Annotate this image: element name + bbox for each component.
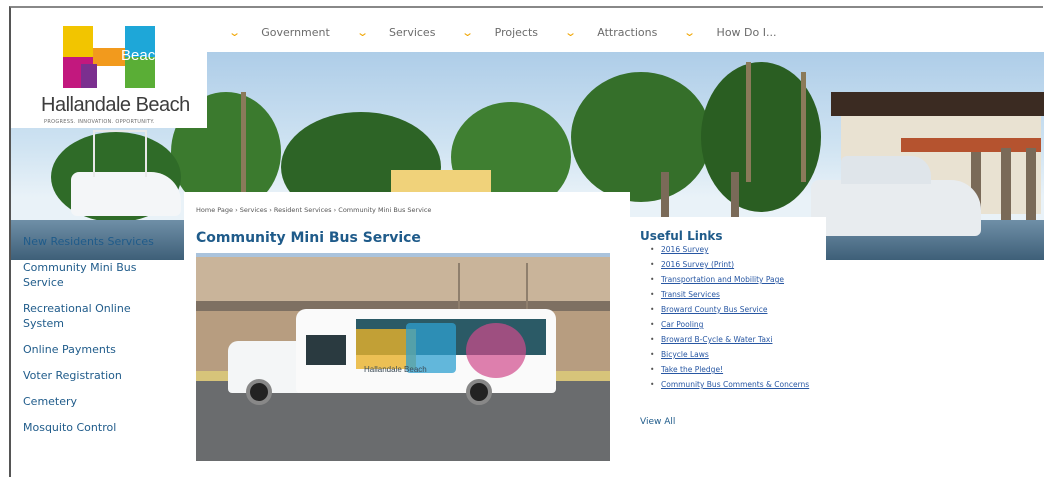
- nav-government[interactable]: ⌄ Government: [228, 18, 330, 46]
- sidebar-item-community-mini-bus[interactable]: Community Mini Bus Service: [23, 260, 153, 290]
- nav-attractions[interactable]: ⌄ Attractions: [564, 18, 657, 46]
- sidebar-nav: New Residents Services Community Mini Bu…: [23, 234, 173, 446]
- useful-link-item[interactable]: Transit Services: [650, 290, 820, 300]
- mini-bus-photo: Hallandale Beach: [196, 253, 610, 461]
- useful-link-item[interactable]: Broward County Bus Service: [650, 305, 820, 315]
- page-title: Community Mini Bus Service: [196, 230, 421, 246]
- svg-text:Beach: Beach: [121, 47, 155, 64]
- useful-links-title: Useful Links: [640, 229, 723, 243]
- sidebar-item-voter-registration[interactable]: Voter Registration: [23, 368, 173, 383]
- useful-link-item[interactable]: Transportation and Mobility Page: [650, 275, 820, 285]
- nav-services[interactable]: ⌄ Services: [355, 18, 435, 46]
- site-logo[interactable]: Beach Hallandale Beach PROGRESS. INNOVAT…: [11, 8, 207, 128]
- sidebar-item-recreational-online[interactable]: Recreational Online System: [23, 301, 148, 331]
- logo-mark-icon: Beach: [63, 26, 155, 88]
- chevron-down-icon: ⌄: [355, 25, 369, 39]
- chevron-down-icon: ⌄: [683, 25, 697, 39]
- useful-link-item[interactable]: Bicycle Laws: [650, 350, 820, 360]
- useful-link-item[interactable]: Community Bus Comments & Concerns: [650, 380, 820, 390]
- chevron-down-icon: ⌄: [564, 25, 578, 39]
- nav-how-do-i[interactable]: ⌄ How Do I...: [683, 18, 776, 46]
- chevron-down-icon: ⌄: [228, 25, 242, 39]
- sidebar-item-online-payments[interactable]: Online Payments: [23, 342, 173, 357]
- sidebar-item-mosquito-control[interactable]: Mosquito Control: [23, 420, 173, 435]
- view-all-link[interactable]: View All: [640, 417, 675, 427]
- useful-link-item[interactable]: 2016 Survey (Print): [650, 260, 820, 270]
- sidebar-item-new-residents[interactable]: New Residents Services: [23, 234, 173, 249]
- useful-link-item[interactable]: Car Pooling: [650, 320, 820, 330]
- useful-link-item[interactable]: 2016 Survey: [650, 245, 820, 255]
- breadcrumb[interactable]: Home Page › Services › Resident Services…: [196, 206, 431, 214]
- logo-title: Hallandale Beach: [41, 94, 190, 116]
- main-nav: ⌄ Government ⌄ Services ⌄ Projects ⌄ Att…: [228, 18, 804, 46]
- chevron-down-icon: ⌄: [461, 25, 475, 39]
- logo-tagline: PROGRESS. INNOVATION. OPPORTUNITY.: [44, 119, 155, 125]
- useful-link-item[interactable]: Broward B-Cycle & Water Taxi: [650, 335, 820, 345]
- useful-links-list: 2016 Survey 2016 Survey (Print) Transpor…: [650, 245, 820, 395]
- sidebar-item-cemetery[interactable]: Cemetery: [23, 394, 173, 409]
- nav-projects[interactable]: ⌄ Projects: [461, 18, 538, 46]
- useful-link-item[interactable]: Take the Pledge!: [650, 365, 820, 375]
